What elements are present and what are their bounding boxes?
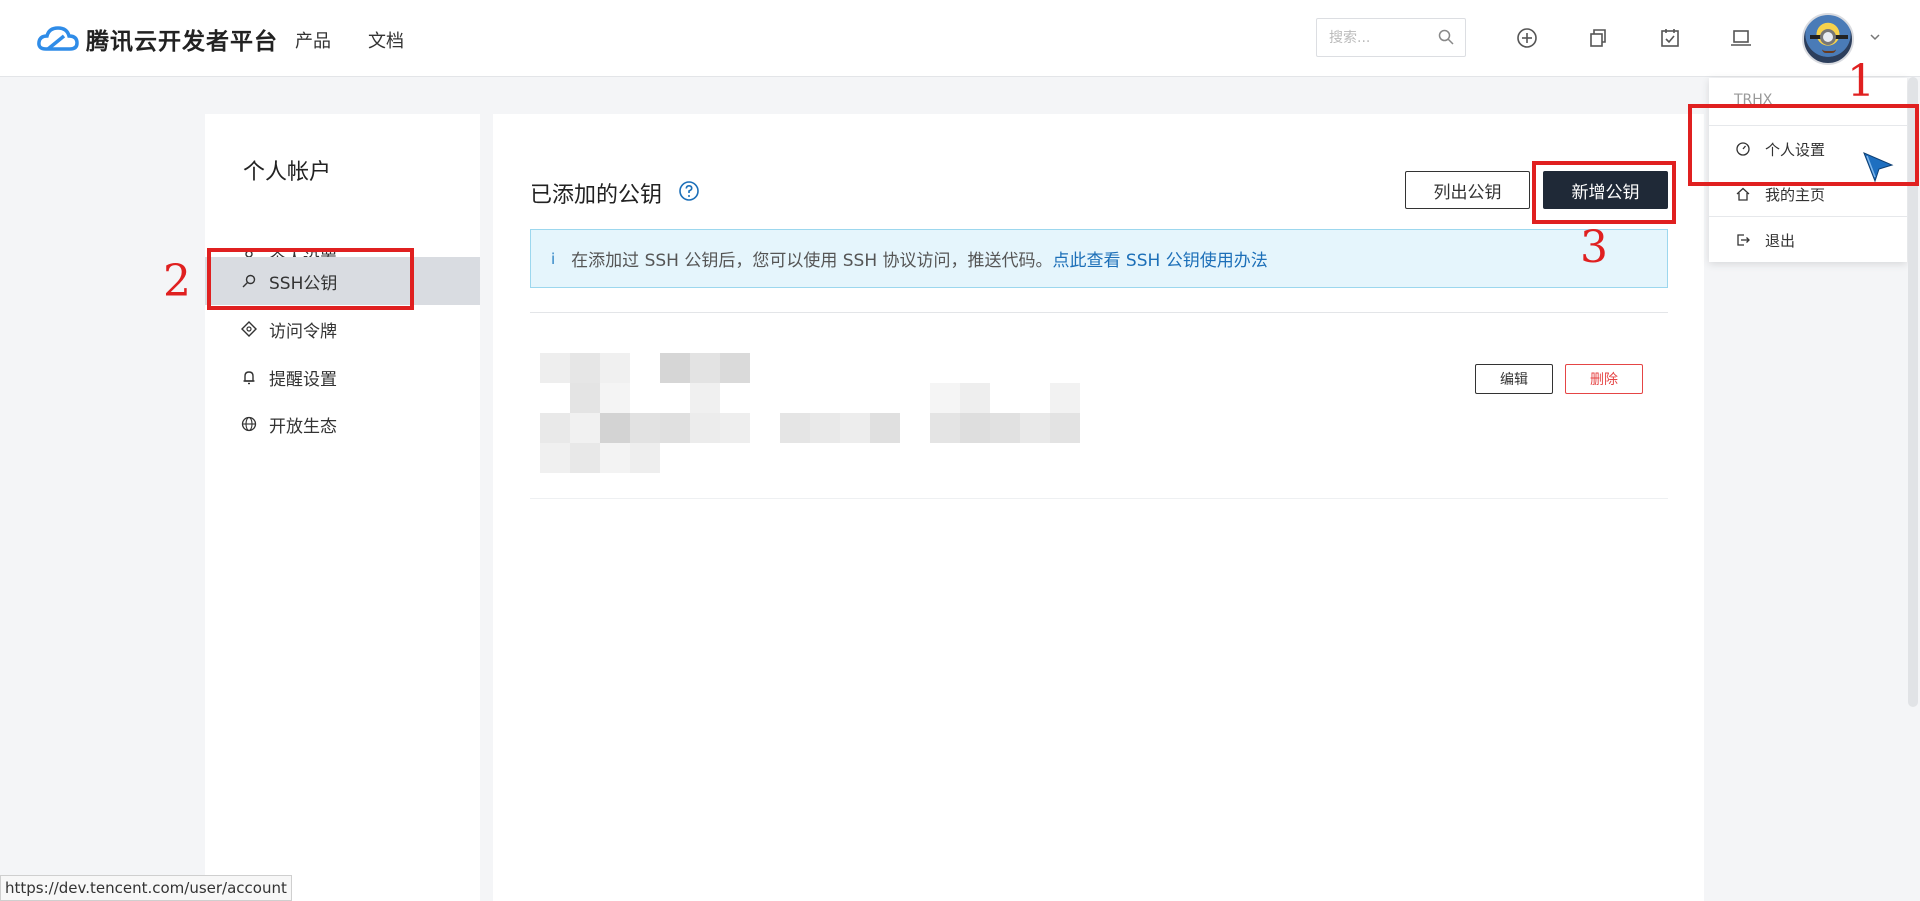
redacted-key-fingerprint (930, 413, 960, 443)
chevron-down-icon[interactable] (1868, 30, 1882, 44)
globe-icon (241, 416, 257, 432)
token-icon (241, 321, 257, 337)
account-sidebar: 个人帐户 个人设置 SSH公钥 访问令牌 提醒设置 开放生态 (205, 114, 480, 901)
info-alert: i 在添加过 SSH 公钥后，您可以使用 SSH 协议访问，推送代码。 点此查看 … (530, 229, 1668, 288)
redacted-key-fingerprint (1050, 413, 1080, 443)
help-icon[interactable] (678, 180, 700, 202)
redacted-key-title (720, 353, 750, 383)
redacted-key-fingerprint (780, 413, 810, 443)
divider (1709, 216, 1907, 217)
search-box[interactable] (1316, 18, 1466, 57)
annotation-number-2: 2 (163, 256, 191, 307)
redacted-key-fingerprint (630, 413, 660, 443)
redacted-key-fingerprint (960, 413, 990, 443)
redacted-key-fingerprint (660, 413, 690, 443)
ssh-keys-panel: 已添加的公钥 列出公钥 新增公钥 i 在添加过 SSH 公钥后，您可以使用 SS… (493, 114, 1704, 901)
edit-key-button[interactable]: 编辑 (1475, 364, 1553, 394)
pointer-cursor-icon (1863, 152, 1894, 183)
annotation-box-3 (1532, 161, 1676, 224)
dropdown-item-label: 我的主页 (1765, 185, 1826, 204)
redacted-key-title (600, 383, 630, 413)
redacted-key-fingerprint (960, 383, 990, 413)
redacted-key-fingerprint (930, 383, 960, 413)
cloud-logo-icon (37, 26, 79, 51)
sidebar-item-label: 开放生态 (269, 416, 337, 437)
sidebar-item-label: 提醒设置 (269, 369, 337, 390)
brand-logo[interactable]: 腾讯云开发者平台 (36, 22, 278, 56)
nav-docs[interactable]: 文档 (368, 27, 404, 53)
annotation-number-1: 1 (1847, 56, 1875, 107)
redacted-key-fingerprint (720, 413, 750, 443)
redacted-key-fingerprint (1020, 413, 1050, 443)
page-title: 已添加的公钥 (530, 183, 663, 208)
search-input[interactable] (1329, 19, 1439, 56)
redacted-key-fingerprint (870, 413, 900, 443)
logout-icon (1737, 234, 1750, 246)
plus-circle-icon[interactable] (1515, 26, 1539, 50)
redacted-key-fingerprint (600, 443, 630, 473)
redacted-key-fingerprint (840, 413, 870, 443)
redacted-key-title (600, 353, 630, 383)
laptop-icon[interactable] (1729, 26, 1753, 50)
ssh-help-link[interactable]: 点此查看 SSH 公钥使用办法 (1053, 246, 1268, 271)
redacted-key-fingerprint (810, 413, 840, 443)
info-icon: i (551, 249, 556, 268)
redacted-key-fingerprint (690, 413, 720, 443)
redacted-key-fingerprint (540, 443, 570, 473)
redacted-key-fingerprint (630, 443, 660, 473)
annotation-number-3: 3 (1580, 222, 1608, 273)
redacted-key-title (690, 353, 720, 383)
copy-icon[interactable] (1586, 26, 1610, 50)
calendar-check-icon[interactable] (1658, 26, 1682, 50)
delete-key-button[interactable]: 删除 (1565, 364, 1643, 394)
redacted-key-title (570, 353, 600, 383)
redacted-key-fingerprint (1050, 383, 1080, 413)
redacted-key-fingerprint (540, 413, 570, 443)
dropdown-item-label: 退出 (1765, 231, 1796, 250)
redacted-key-title (540, 353, 570, 383)
home-icon (1736, 187, 1750, 201)
redacted-key-title (570, 383, 600, 413)
annotation-box-2 (207, 248, 414, 310)
bell-icon (243, 371, 255, 385)
divider (530, 312, 1668, 313)
row-divider (530, 498, 1668, 499)
redacted-key-fingerprint (990, 413, 1020, 443)
nav-products[interactable]: 产品 (295, 27, 331, 53)
info-text: 在添加过 SSH 公钥后，您可以使用 SSH 协议访问，推送代码。 (571, 251, 1053, 271)
dropdown-item-logout[interactable]: 退出 (1709, 218, 1907, 262)
browser-status-url: https://dev.tencent.com/user/account (0, 875, 292, 901)
sidebar-item-access-tokens[interactable]: 访问令牌 (205, 305, 480, 353)
redacted-key-title (660, 353, 690, 383)
redacted-key-fingerprint (570, 413, 600, 443)
sidebar-item-notifications[interactable]: 提醒设置 (205, 353, 480, 401)
redacted-key-fingerprint (600, 413, 630, 443)
sidebar-title: 个人帐户 (243, 160, 332, 185)
brand-name: 腾讯云开发者平台 (86, 29, 278, 55)
sidebar-item-label: 访问令牌 (269, 321, 337, 342)
redacted-key-title (690, 383, 720, 413)
redacted-key-fingerprint (570, 443, 600, 473)
top-header: 腾讯云开发者平台 产品 文档 (0, 0, 1920, 77)
list-keys-button[interactable]: 列出公钥 (1405, 171, 1530, 209)
search-icon[interactable] (1437, 28, 1455, 46)
sidebar-item-open-ecosystem[interactable]: 开放生态 (205, 400, 480, 448)
